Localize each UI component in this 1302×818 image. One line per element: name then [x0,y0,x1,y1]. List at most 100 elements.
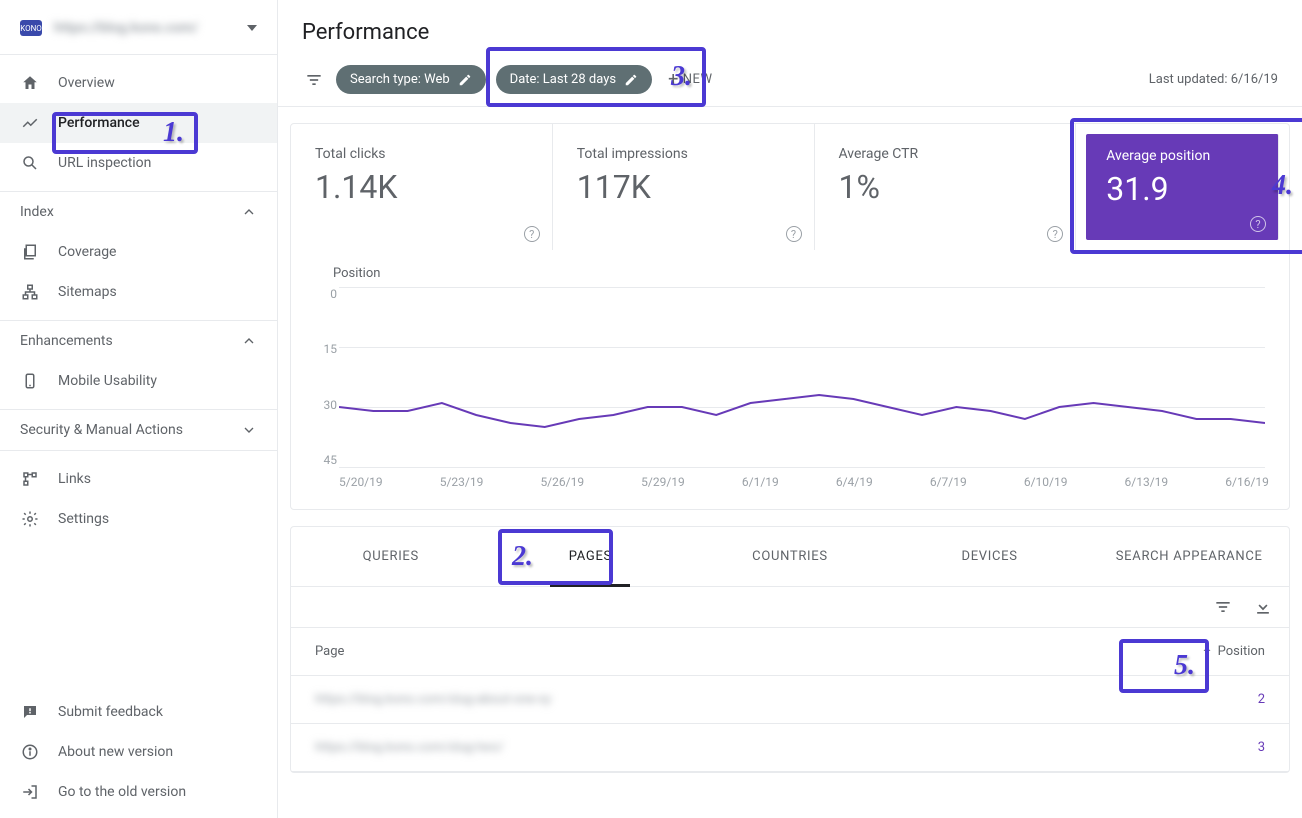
pencil-icon [458,73,472,87]
table-body: https://blog.kono.com/slug-about-one-xy2… [291,676,1289,772]
property-selector[interactable]: KONO https://blog.kono.com/ [0,10,277,55]
tab-queries[interactable]: QUERIES [291,527,491,586]
sidebar: KONO https://blog.kono.com/ Overview Per… [0,0,278,818]
help-icon[interactable]: ? [1047,226,1063,242]
nav-settings[interactable]: Settings [0,499,277,539]
y-labels: 0 15 30 45 [311,287,337,467]
table-row[interactable]: https://blog.kono.com/slug-two/3 [291,724,1289,772]
chip-date[interactable]: Date: Last 28 days [496,65,652,94]
nav-old-version[interactable]: Go to the old version [0,772,277,812]
metric-ctr[interactable]: Average CTR 1% ? [815,124,1077,250]
col-position[interactable]: Position [1175,644,1265,659]
nav-misc: Links Settings [0,450,277,547]
chart-area: 0 15 30 45 [339,287,1265,467]
gear-icon [20,509,40,529]
section-label: Index [20,204,54,220]
table-toolbar [291,587,1289,628]
metric-value: 31.9 [1106,170,1258,208]
nav-feedback[interactable]: Submit feedback [0,692,277,732]
metric-clicks[interactable]: Total clicks 1.14K ? [291,124,553,250]
nav-label: Go to the old version [58,784,257,800]
help-icon[interactable]: ? [524,226,540,242]
tab-countries[interactable]: COUNTRIES [690,527,890,586]
table-row[interactable]: https://blog.kono.com/slug-about-one-xy2 [291,676,1289,724]
metric-value: 117K [577,168,790,206]
links-icon [20,469,40,489]
x-labels: 5/20/195/23/195/26/195/29/196/1/196/4/19… [339,475,1269,489]
new-label: NEW [683,72,713,87]
filter-icon[interactable] [302,68,326,92]
property-logo: KONO [20,20,42,36]
mobile-icon [20,371,40,391]
property-domain: https://blog.kono.com/ [54,20,247,36]
section-label: Security & Manual Actions [20,422,183,438]
nav-enh-items: Mobile Usability [0,361,277,409]
content-area: Total clicks 1.14K ? Total impressions 1… [278,107,1302,805]
main: Performance Search type: Web Date: Last … [278,0,1302,818]
nav-url-inspection[interactable]: URL inspection [0,143,277,183]
cell-page: https://blog.kono.com/slug-about-one-xy [315,692,1175,707]
x-tick: 5/29/19 [641,475,685,489]
nav-label: About new version [58,744,257,760]
section-security[interactable]: Security & Manual Actions [0,409,277,450]
pencil-icon [624,73,638,87]
cell-position: 3 [1175,740,1265,755]
sidebar-footer: Submit feedback About new version Go to … [0,682,277,818]
nav-label: Performance [58,115,257,131]
table-header: Page Position [291,628,1289,676]
new-filter-button[interactable]: + NEW [668,69,712,90]
nav-label: Overview [58,75,257,91]
metric-impressions[interactable]: Total impressions 117K ? [553,124,815,250]
help-icon[interactable]: ? [786,226,802,242]
filter-icon[interactable] [1213,597,1233,617]
nav-label: Submit feedback [58,704,257,720]
tab-devices[interactable]: DEVICES [890,527,1090,586]
page-title: Performance [278,0,1302,53]
nav-sitemaps[interactable]: Sitemaps [0,272,277,312]
table-card: QUERIESPAGESCOUNTRIESDEVICESSEARCH APPEA… [290,526,1290,773]
nav-index-items: Coverage Sitemaps [0,232,277,320]
x-tick: 6/4/19 [836,475,873,489]
metric-label: Average CTR [839,146,1052,162]
chart: Position 0 15 30 45 [291,250,1289,509]
nav-links[interactable]: Links [0,459,277,499]
nav-label: Links [58,471,257,487]
chevron-up-icon [241,333,257,349]
col-page[interactable]: Page [315,644,1175,659]
section-enhancements[interactable]: Enhancements [0,320,277,361]
chevron-down-icon [241,422,257,438]
metric-label: Average position [1106,148,1258,164]
cell-position: 2 [1175,692,1265,707]
x-tick: 5/20/19 [339,475,383,489]
x-tick: 6/7/19 [930,475,967,489]
nav-label: Settings [58,511,257,527]
help-icon[interactable]: ? [1250,216,1266,232]
nav-mobile-usability[interactable]: Mobile Usability [0,361,277,401]
section-label: Enhancements [20,333,113,349]
tab-search-appearance[interactable]: SEARCH APPEARANCE [1089,527,1289,586]
trend-icon [20,113,40,133]
nav-label: URL inspection [58,155,257,171]
x-tick: 5/23/19 [440,475,484,489]
nav-overview[interactable]: Overview [0,63,277,103]
caret-down-icon [247,25,257,31]
last-updated: Last updated: 6/16/19 [1149,72,1278,87]
metric-label: Total clicks [315,146,528,162]
nav-label: Sitemaps [58,284,257,300]
nav-coverage[interactable]: Coverage [0,232,277,272]
x-tick: 6/10/19 [1024,475,1068,489]
exit-icon [20,782,40,802]
x-tick: 6/13/19 [1125,475,1169,489]
plus-icon: + [668,69,679,90]
tab-pages[interactable]: PAGES [491,527,691,586]
nav-label: Coverage [58,244,257,260]
nav-about[interactable]: About new version [0,732,277,772]
metric-position[interactable]: Average position 31.9 ? [1086,134,1279,240]
section-index[interactable]: Index [0,191,277,232]
feedback-icon [20,702,40,722]
chip-search-type[interactable]: Search type: Web [336,65,486,94]
metric-label: Total impressions [577,146,790,162]
download-icon[interactable] [1253,597,1273,617]
search-icon [20,153,40,173]
nav-performance[interactable]: Performance [0,103,277,143]
